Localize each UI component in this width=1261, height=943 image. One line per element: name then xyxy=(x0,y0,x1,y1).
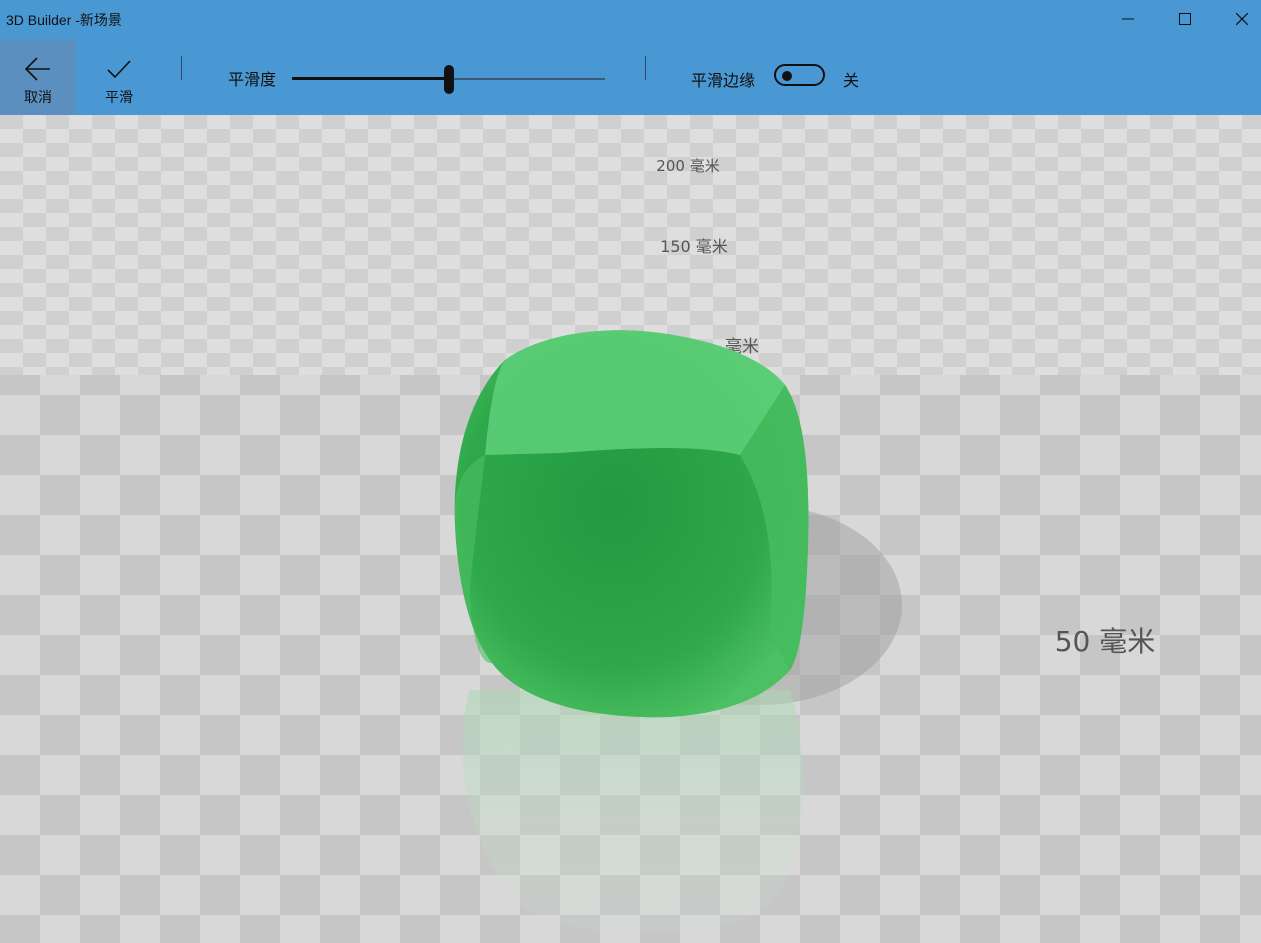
close-icon xyxy=(1236,13,1248,25)
toggle-knob xyxy=(782,71,792,81)
close-button[interactable] xyxy=(1214,0,1261,38)
slider-track-fill xyxy=(292,77,449,80)
toolbar-divider xyxy=(181,56,182,80)
title-bar: 3D Builder -新场景 取消 平滑 平滑度 平滑边缘 关 xyxy=(0,0,1261,115)
minimize-icon xyxy=(1122,18,1134,20)
slider-track xyxy=(449,78,605,80)
smooth-button[interactable]: 平滑 xyxy=(81,39,157,115)
ruler-label-200: 200 毫米 xyxy=(656,157,719,175)
slider-thumb[interactable] xyxy=(444,65,454,94)
smoothness-slider[interactable] xyxy=(292,62,605,94)
cancel-button[interactable]: 取消 xyxy=(0,39,76,115)
minimize-button[interactable] xyxy=(1100,0,1156,38)
maximize-icon xyxy=(1179,13,1191,25)
cancel-label: 取消 xyxy=(24,89,52,105)
checkmark-icon xyxy=(107,60,131,79)
maximize-button[interactable] xyxy=(1157,0,1213,38)
window-title: 3D Builder -新场景 xyxy=(6,12,122,28)
smooth-edges-state: 关 xyxy=(843,73,860,90)
ruler-label-50: 50 毫米 xyxy=(1055,625,1156,658)
smoothness-label: 平滑度 xyxy=(228,72,277,89)
arrow-left-icon xyxy=(24,57,50,81)
toolbar-divider xyxy=(645,56,646,80)
smooth-label: 平滑 xyxy=(105,89,133,105)
viewport[interactable]: 200 毫米 150 毫米 毫米 50 毫米 xyxy=(0,115,1261,943)
smooth-edges-label: 平滑边缘 xyxy=(691,73,756,90)
ruler-label-150: 150 毫米 xyxy=(660,237,728,256)
scene-canvas[interactable]: 200 毫米 150 毫米 毫米 50 毫米 xyxy=(0,115,1261,943)
smooth-edges-toggle[interactable] xyxy=(774,64,825,86)
object-reflection xyxy=(462,690,804,934)
